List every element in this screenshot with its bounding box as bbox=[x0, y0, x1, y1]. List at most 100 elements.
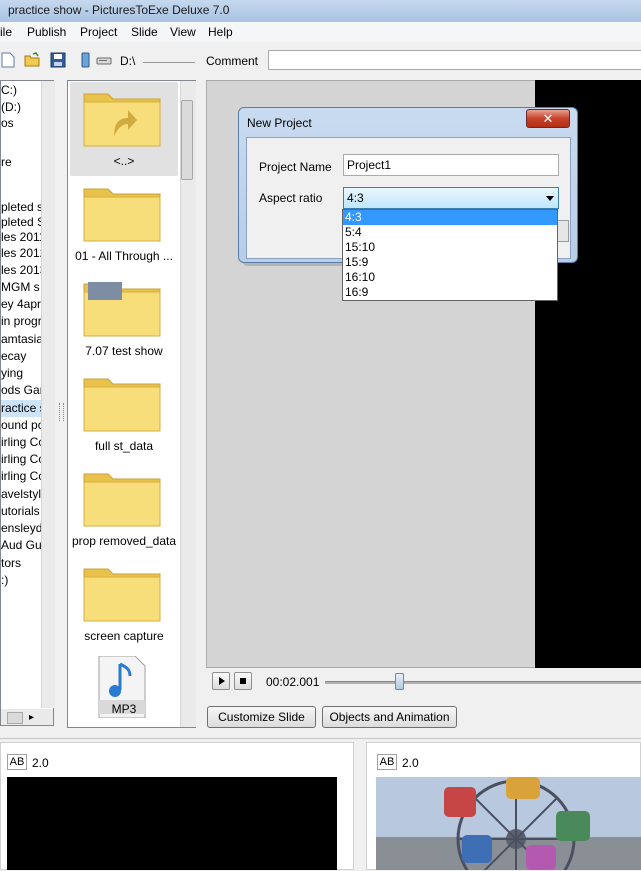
folder-scroll-thumb[interactable] bbox=[181, 100, 193, 180]
folder-item[interactable]: 7.07 test show bbox=[70, 272, 178, 366]
customize-slide-button[interactable]: Customize Slide bbox=[207, 706, 316, 728]
slide-2-transition-badge[interactable]: AB bbox=[377, 754, 397, 770]
slide-1-transition-badge[interactable]: AB bbox=[7, 754, 27, 770]
window-titlebar: practice show - PicturesToExe Deluxe 7.0 bbox=[0, 0, 641, 23]
tree-vertical-scrollbar[interactable] bbox=[41, 81, 55, 708]
tree-item[interactable]: Aud Gu bbox=[1, 537, 42, 554]
tree-item[interactable]: ey 4april bbox=[1, 296, 46, 313]
folder-item[interactable]: <..> bbox=[70, 82, 178, 176]
aspect-option[interactable]: 15:10 bbox=[343, 240, 557, 255]
aspect-option[interactable]: 5:4 bbox=[343, 225, 557, 240]
playback-time: 00:02.001 bbox=[266, 675, 320, 689]
tree-item[interactable]: tors bbox=[1, 555, 41, 572]
folder-photo-preview bbox=[88, 282, 122, 300]
folder-label: <..> bbox=[113, 154, 135, 168]
tree-hscroll-thumb[interactable] bbox=[7, 712, 23, 724]
folder-label: full st_data bbox=[94, 439, 154, 453]
aspect-ratio-select[interactable]: 4:3 bbox=[343, 187, 559, 209]
seek-slider-thumb[interactable] bbox=[394, 673, 404, 690]
tree-horizontal-scrollbar[interactable]: ▸ bbox=[1, 709, 53, 725]
tree-item[interactable]: ods Garc bbox=[1, 382, 50, 399]
folder-label: 7.07 test show bbox=[85, 344, 163, 358]
tree-item[interactable]: les 2012 bbox=[1, 245, 46, 262]
slide-1-thumbnail[interactable] bbox=[7, 777, 337, 870]
slide-2-duration[interactable]: 2.0 bbox=[402, 756, 419, 770]
save-icon[interactable] bbox=[50, 52, 66, 68]
comment-label: Comment bbox=[206, 54, 259, 68]
folder-icon bbox=[83, 568, 161, 622]
tree-item[interactable]: :) bbox=[1, 572, 41, 589]
dialog-close-button[interactable]: ✕ bbox=[526, 109, 570, 128]
slide-1-duration[interactable]: 2.0 bbox=[32, 756, 49, 770]
comment-input[interactable] bbox=[268, 50, 641, 70]
play-icon bbox=[219, 677, 225, 685]
stop-icon bbox=[240, 678, 246, 684]
menu-file[interactable]: ile bbox=[0, 25, 12, 39]
play-button[interactable] bbox=[212, 672, 230, 690]
aspect-option[interactable]: 16:9 bbox=[343, 285, 557, 300]
aspect-option[interactable]: 16:10 bbox=[343, 270, 557, 285]
folder-item[interactable]: prop removed_data bbox=[70, 462, 178, 556]
tree-item[interactable]: re bbox=[1, 154, 41, 171]
new-file-icon[interactable] bbox=[0, 52, 16, 68]
aspect-ratio-label: Aspect ratio bbox=[259, 191, 323, 205]
tree-item[interactable]: ying bbox=[1, 365, 41, 382]
up-arrow-icon bbox=[114, 110, 137, 136]
open-folder-icon[interactable] bbox=[24, 52, 40, 68]
tree-item[interactable]: C:) bbox=[1, 82, 41, 99]
tree-item[interactable]: ractice s bbox=[1, 400, 46, 417]
aspect-option[interactable]: 15:9 bbox=[343, 255, 557, 270]
tree-item[interactable]: ensleyd bbox=[1, 520, 42, 537]
tree-item[interactable]: in progr bbox=[1, 313, 42, 330]
stop-button[interactable] bbox=[234, 672, 252, 690]
panel-splitter[interactable] bbox=[56, 80, 66, 726]
folder-item[interactable]: screen capture bbox=[70, 557, 178, 651]
project-name-label: Project Name bbox=[259, 160, 332, 174]
tree-item[interactable]: les 2011 bbox=[1, 229, 45, 246]
drive-icon bbox=[96, 57, 112, 65]
folder-item[interactable]: full st_data bbox=[70, 367, 178, 461]
tree-item[interactable]: irling Co bbox=[1, 434, 45, 451]
folder-icon bbox=[83, 473, 161, 527]
folder-icon bbox=[83, 378, 161, 432]
window-title: practice show - PicturesToExe Deluxe 7.0 bbox=[8, 3, 230, 17]
menu-help[interactable]: Help bbox=[208, 25, 233, 39]
tree-item[interactable]: avelstyl bbox=[1, 486, 41, 503]
drive-label[interactable]: D:\ bbox=[120, 54, 135, 68]
folder-label: prop removed_data bbox=[71, 534, 177, 548]
mp3-file-item[interactable]: MP3 bbox=[70, 652, 178, 727]
tree-item[interactable]: irling Co bbox=[1, 451, 45, 468]
slide-2-thumbnail[interactable] bbox=[376, 777, 641, 870]
folder-item[interactable]: 01 - All Through ... bbox=[70, 177, 178, 271]
tree-item[interactable]: ecay bbox=[1, 348, 41, 365]
phone-device-icon[interactable] bbox=[78, 52, 94, 68]
tree-item[interactable]: os bbox=[1, 115, 41, 132]
seek-track[interactable] bbox=[325, 681, 641, 684]
tree-item[interactable]: ound po bbox=[1, 417, 44, 434]
tree-item[interactable]: (D:) bbox=[1, 99, 41, 116]
drive-path-line bbox=[143, 62, 195, 63]
menu-publish[interactable]: Publish bbox=[27, 25, 66, 39]
aspect-option[interactable]: 4:3 bbox=[343, 210, 557, 225]
menu-project[interactable]: Project bbox=[80, 25, 117, 39]
menu-bar: ile Publish Project Slide View Help bbox=[0, 22, 641, 42]
objects-animation-button[interactable]: Objects and Animation bbox=[322, 706, 457, 728]
aspect-ratio-value: 4:3 bbox=[347, 191, 364, 205]
mp3-label: MP3 bbox=[111, 702, 137, 716]
tree-item[interactable]: amtasia bbox=[1, 331, 43, 348]
toolbar: D:\ Comment bbox=[0, 42, 641, 78]
scroll-right-arrow-icon[interactable]: ▸ bbox=[29, 712, 34, 723]
dialog-title: New Project bbox=[247, 116, 312, 130]
chevron-down-icon bbox=[546, 196, 554, 201]
folder-label: screen capture bbox=[84, 629, 164, 643]
aspect-ratio-dropdown-list: 4:3 5:4 15:10 15:9 16:10 16:9 bbox=[342, 209, 558, 301]
tree-item[interactable]: irling Co bbox=[1, 468, 45, 485]
menu-slide[interactable]: Slide bbox=[131, 25, 158, 39]
tree-item[interactable]: MGM s bbox=[1, 279, 41, 296]
menu-view[interactable]: View bbox=[170, 25, 196, 39]
tree-item[interactable]: les 2013 bbox=[1, 262, 46, 279]
dialog-button-edge[interactable] bbox=[557, 220, 569, 242]
project-name-input[interactable]: Project1 bbox=[343, 154, 559, 176]
folder-icon bbox=[83, 188, 161, 242]
tree-item[interactable]: utorials bbox=[1, 503, 41, 520]
